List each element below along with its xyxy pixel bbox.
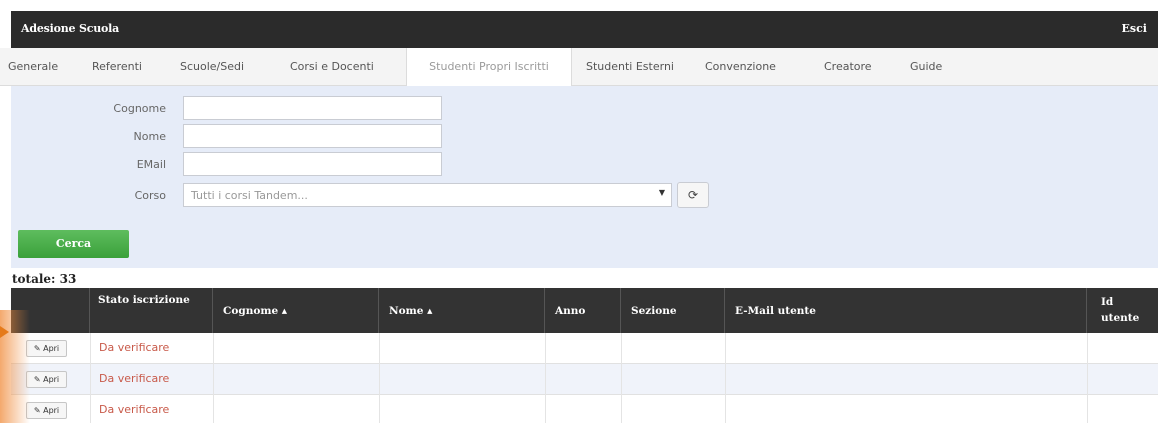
column-divider [545, 333, 546, 423]
table-row: ✎ Apri Da verificare [11, 395, 1158, 423]
tab-bar: Generale Referenti Scuole/Sedi Corsi e D… [0, 48, 1158, 87]
surname-input[interactable] [183, 96, 442, 120]
results-total: totale: 33 [12, 272, 77, 286]
refresh-button[interactable]: ⟳ [677, 182, 709, 208]
tab-generale[interactable]: Generale [8, 48, 58, 86]
open-button[interactable]: ✎ Apri [26, 340, 67, 357]
pencil-icon: ✎ [33, 406, 41, 415]
open-button[interactable]: ✎ Apri [26, 402, 67, 419]
email-label: EMail [136, 158, 166, 171]
column-divider [725, 333, 726, 423]
column-id-utente: Id utente [1101, 296, 1140, 324]
tab-scuole-sedi[interactable]: Scuole/Sedi [180, 48, 244, 86]
tab-guide[interactable]: Guide [910, 48, 942, 86]
table-row: ✎ Apri Da verificare [11, 364, 1158, 395]
column-divider [1087, 333, 1088, 423]
course-selected-value: Tutti i corsi Tandem... [191, 189, 308, 202]
column-anno: Anno [545, 288, 621, 333]
name-label: Nome [133, 130, 166, 143]
column-divider [213, 333, 214, 423]
column-divider [379, 333, 380, 423]
email-input[interactable] [183, 152, 442, 176]
course-select[interactable]: Tutti i corsi Tandem... ▼ [183, 183, 672, 207]
tab-convenzione[interactable]: Convenzione [705, 48, 776, 86]
tab-studenti-propri-iscritti[interactable]: Studenti Propri Iscritti [406, 48, 572, 87]
pencil-icon: ✎ [33, 375, 41, 384]
sort-indicator-icon: ▴ [281, 305, 288, 317]
sort-indicator-icon: ▴ [427, 305, 433, 317]
status-cell: Da verificare [99, 372, 170, 385]
tab-corsi-docenti[interactable]: Corsi e Docenti [290, 48, 374, 86]
tab-referenti[interactable]: Referenti [92, 48, 142, 86]
table-row: ✎ Apri Da verificare [11, 333, 1158, 364]
column-cognome[interactable]: Cognome ▴ [213, 288, 379, 333]
column-nome[interactable]: Nome ▴ [379, 288, 545, 333]
app-title: Adesione Scuola [21, 22, 120, 35]
tab-creatore[interactable]: Creatore [824, 48, 872, 86]
course-label: Corso [134, 189, 166, 202]
column-divider [90, 333, 91, 423]
status-cell: Da verificare [99, 341, 170, 354]
pointer-arrow-icon [0, 326, 9, 338]
search-panel: Cognome Nome EMail Corso Tutti i corsi T… [11, 86, 1158, 268]
table-header: Stato iscrizione Cognome ▴ Nome ▴ Anno S… [11, 288, 1158, 333]
column-divider [621, 333, 622, 423]
name-input[interactable] [183, 124, 442, 148]
column-email-utente: E-Mail utente [725, 288, 1087, 333]
search-button[interactable]: Cerca [18, 230, 129, 258]
surname-label: Cognome [113, 102, 166, 115]
pencil-icon: ✎ [33, 344, 41, 353]
logout-link[interactable]: Esci [1122, 22, 1147, 35]
column-stato-iscrizione: Stato iscrizione [90, 288, 213, 333]
dropdown-arrow-icon: ▼ [658, 188, 665, 197]
refresh-icon: ⟳ [687, 188, 699, 202]
column-sezione: Sezione [621, 288, 725, 333]
open-button[interactable]: ✎ Apri [26, 371, 67, 388]
status-cell: Da verificare [99, 403, 170, 416]
app-header: Adesione Scuola Esci [11, 11, 1158, 48]
tab-studenti-esterni[interactable]: Studenti Esterni [586, 48, 674, 86]
